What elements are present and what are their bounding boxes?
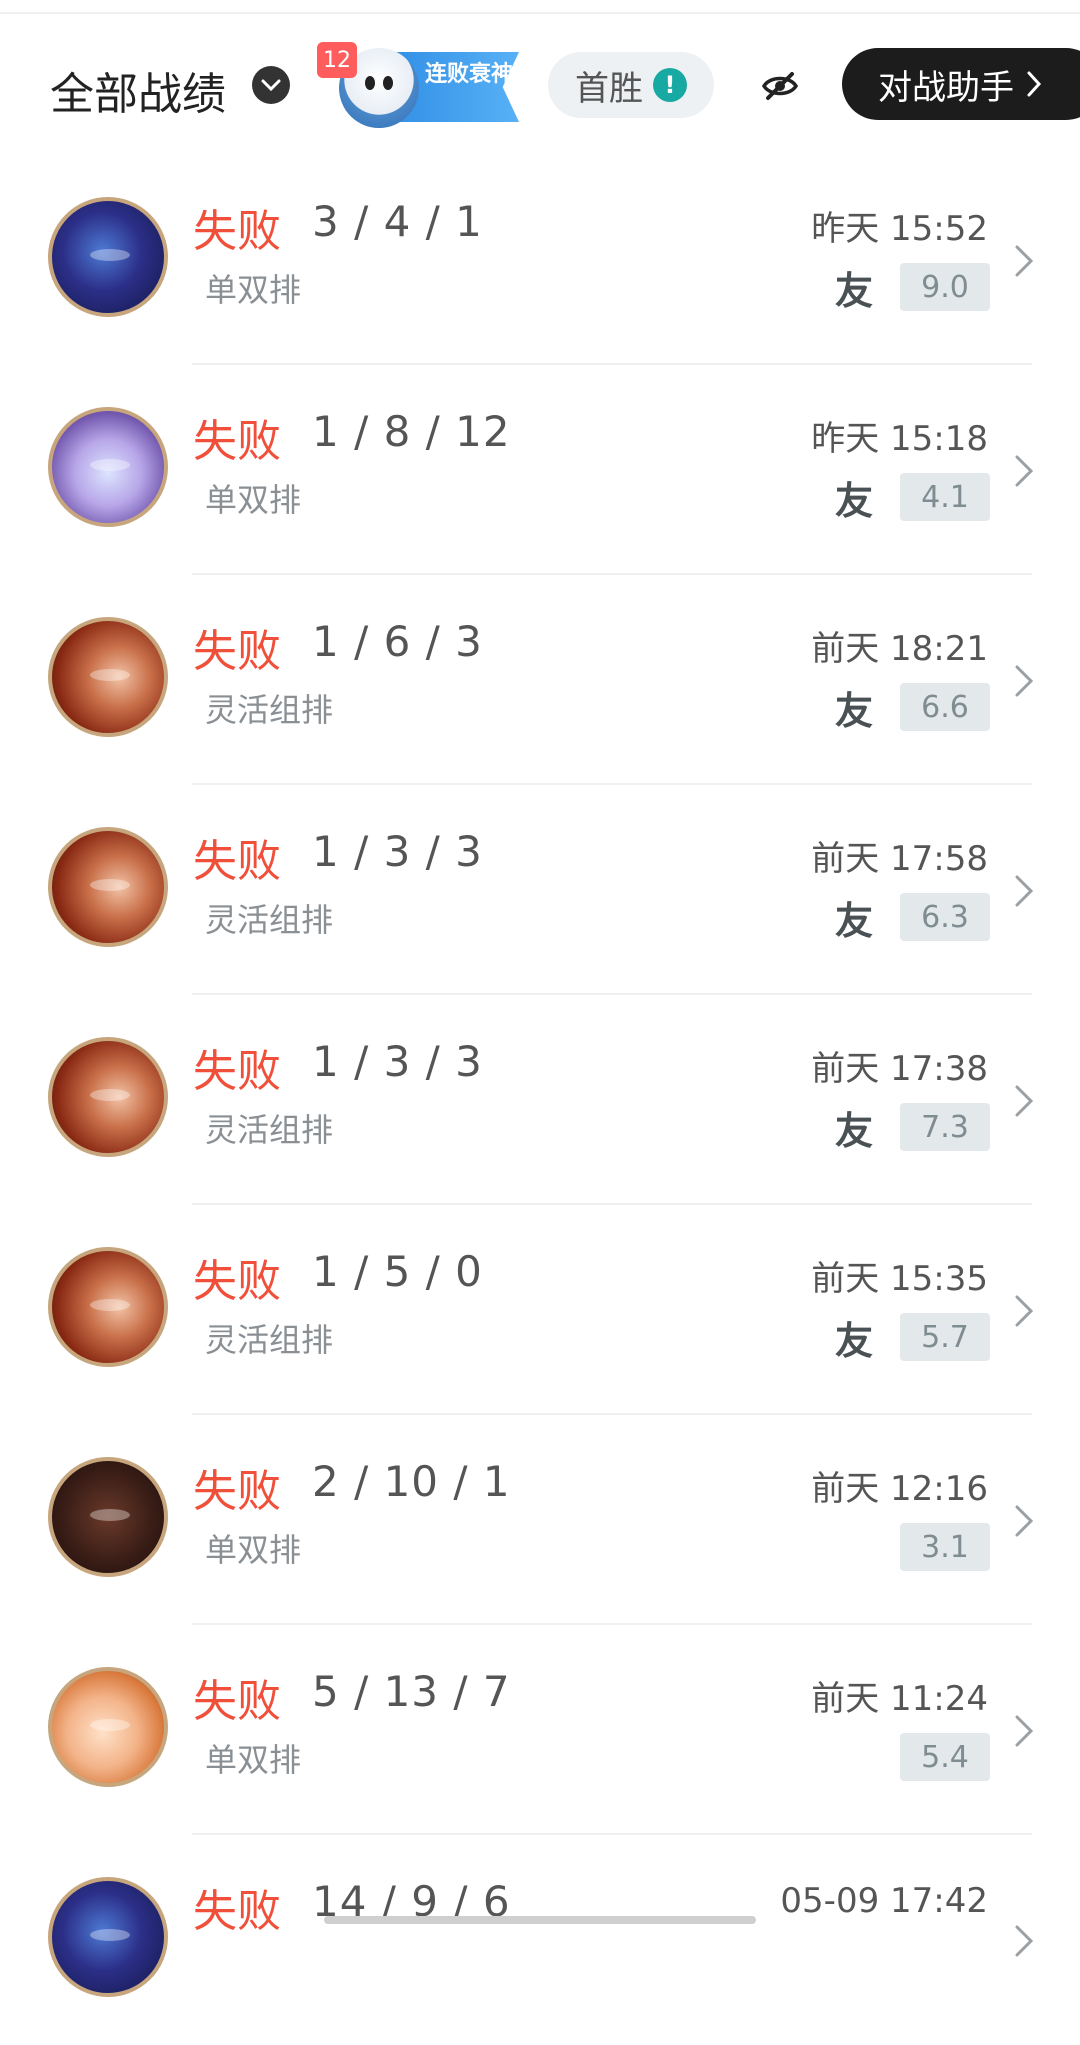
champion-avatar <box>48 407 168 527</box>
match-time: 前天 15:35 <box>811 1251 988 1300</box>
match-result: 失败 <box>193 615 281 679</box>
match-kda: 5 / 13 / 7 <box>312 1667 511 1716</box>
match-result: 失败 <box>193 1875 281 1939</box>
match-row[interactable]: 失败 1 / 3 / 3 灵活组排 前天 17:58 友 6.3 <box>0 785 1080 995</box>
champion-avatar <box>48 1037 168 1157</box>
page-title[interactable]: 全部战绩 <box>50 58 226 122</box>
chevron-right-icon <box>1026 70 1042 98</box>
match-mode: 单双排 <box>205 265 301 311</box>
match-mode: 灵活组排 <box>205 895 333 941</box>
match-score: 3.1 <box>900 1523 990 1571</box>
friend-icon: 友 <box>835 1111 877 1151</box>
streak-badge[interactable]: 连败衰神 12 <box>333 42 523 128</box>
friend-icon: 友 <box>835 481 877 521</box>
match-result: 失败 <box>193 405 281 469</box>
match-result: 失败 <box>193 1245 281 1309</box>
match-row[interactable]: 失败 1 / 6 / 3 灵活组排 前天 18:21 友 6.6 <box>0 575 1080 785</box>
match-row[interactable]: 失败 3 / 4 / 1 单双排 昨天 15:52 友 9.0 <box>0 155 1080 365</box>
match-time: 前天 11:24 <box>811 1671 988 1720</box>
friend-icon: 友 <box>835 271 877 311</box>
match-result: 失败 <box>193 1455 281 1519</box>
match-mode: 灵活组排 <box>205 685 333 731</box>
match-result: 失败 <box>193 195 281 259</box>
match-mode: 单双排 <box>205 1735 301 1781</box>
chevron-right-icon <box>1013 1503 1035 1539</box>
match-score: 9.0 <box>900 263 990 311</box>
first-win-button[interactable]: 首胜 ! <box>548 52 714 118</box>
match-mode: 灵活组排 <box>205 1105 333 1151</box>
champion-avatar <box>48 827 168 947</box>
match-row[interactable]: 失败 1 / 5 / 0 灵活组排 前天 15:35 友 5.7 <box>0 1205 1080 1415</box>
chevron-right-icon <box>1013 1923 1035 1959</box>
streak-count: 12 <box>317 42 357 78</box>
match-time: 05-09 17:42 <box>780 1881 988 1921</box>
info-icon: ! <box>653 68 687 102</box>
assistant-label: 对战助手 <box>878 60 1014 109</box>
match-row[interactable]: 失败 14 / 9 / 6 05-09 17:42 <box>0 1835 1080 2045</box>
match-list: 失败 3 / 4 / 1 单双排 昨天 15:52 友 9.0 失败 1 / 8… <box>0 155 1080 2045</box>
match-row[interactable]: 失败 2 / 10 / 1 单双排 前天 12:16 3.1 <box>0 1415 1080 1625</box>
champion-avatar <box>48 1877 168 1997</box>
match-result: 失败 <box>193 1665 281 1729</box>
match-time: 昨天 15:18 <box>811 411 988 460</box>
match-time: 前天 12:16 <box>811 1461 988 1510</box>
match-kda: 1 / 3 / 3 <box>312 1037 483 1086</box>
match-score: 6.6 <box>900 683 990 731</box>
champion-avatar <box>48 197 168 317</box>
chevron-right-icon <box>1013 873 1035 909</box>
match-time: 前天 17:38 <box>811 1041 988 1090</box>
friend-icon: 友 <box>835 901 877 941</box>
match-kda: 1 / 3 / 3 <box>312 827 483 876</box>
hide-eye-icon[interactable] <box>760 68 800 104</box>
chevron-right-icon <box>1013 663 1035 699</box>
chevron-right-icon <box>1013 1713 1035 1749</box>
friend-icon: 友 <box>835 691 877 731</box>
chevron-down-icon[interactable] <box>252 66 290 104</box>
match-kda: 3 / 4 / 1 <box>312 197 483 246</box>
match-mode: 单双排 <box>205 475 301 521</box>
match-kda: 1 / 5 / 0 <box>312 1247 483 1296</box>
first-win-label: 首胜 <box>575 61 643 110</box>
match-score: 5.4 <box>900 1733 990 1781</box>
champion-avatar <box>48 617 168 737</box>
match-score: 7.3 <box>900 1103 990 1151</box>
match-kda: 1 / 6 / 3 <box>312 617 483 666</box>
champion-avatar <box>48 1247 168 1367</box>
chevron-right-icon <box>1013 243 1035 279</box>
match-row[interactable]: 失败 1 / 8 / 12 单双排 昨天 15:18 友 4.1 <box>0 365 1080 575</box>
match-time: 前天 18:21 <box>811 621 988 670</box>
match-score: 5.7 <box>900 1313 990 1361</box>
match-kda: 1 / 8 / 12 <box>312 407 511 456</box>
friend-icon: 友 <box>835 1321 877 1361</box>
header: 全部战绩 连败衰神 12 首胜 ! 对战助手 <box>0 30 1080 140</box>
champion-avatar <box>48 1667 168 1787</box>
match-mode: 灵活组排 <box>205 1315 333 1361</box>
match-row[interactable]: 失败 1 / 3 / 3 灵活组排 前天 17:38 友 7.3 <box>0 995 1080 1205</box>
chevron-right-icon <box>1013 1083 1035 1119</box>
match-result: 失败 <box>193 1035 281 1099</box>
top-divider <box>0 12 1080 14</box>
match-score: 4.1 <box>900 473 990 521</box>
chevron-right-icon <box>1013 1293 1035 1329</box>
match-result: 失败 <box>193 825 281 889</box>
match-row[interactable]: 失败 5 / 13 / 7 单双排 前天 11:24 5.4 <box>0 1625 1080 1835</box>
home-indicator[interactable] <box>324 1916 756 1924</box>
match-kda: 2 / 10 / 1 <box>312 1457 511 1506</box>
battle-assistant-button[interactable]: 对战助手 <box>842 48 1080 120</box>
match-time: 前天 17:58 <box>811 831 988 880</box>
champion-avatar <box>48 1457 168 1577</box>
match-score: 6.3 <box>900 893 990 941</box>
match-time: 昨天 15:52 <box>811 201 988 250</box>
chevron-right-icon <box>1013 453 1035 489</box>
match-mode: 单双排 <box>205 1525 301 1571</box>
